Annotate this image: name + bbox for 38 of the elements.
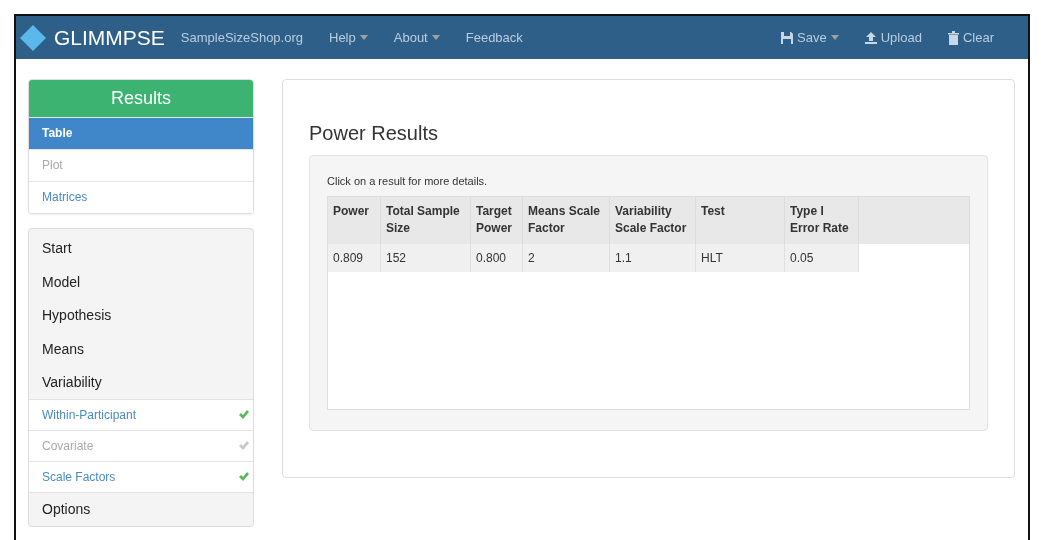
column-header: Means Scale Factor: [523, 197, 610, 244]
trash-icon: [947, 30, 959, 45]
column-header: Type I Error Rate: [785, 197, 859, 244]
column-header: Target Power: [471, 197, 523, 244]
nav-link[interactable]: About: [393, 30, 440, 45]
results-menu-item[interactable]: Matrices: [29, 181, 253, 213]
step-item[interactable]: Model: [29, 265, 253, 299]
diamond-logo-icon: [20, 24, 46, 51]
panel-title: Results: [29, 80, 253, 117]
column-header: Test: [696, 197, 785, 244]
table-cell[interactable]: 2: [523, 243, 610, 272]
hint-text: Click on a result for more details.: [327, 175, 489, 187]
column-header: Variability Scale Factor: [610, 197, 696, 244]
table-cell[interactable]: 0.05: [785, 243, 859, 272]
brand-name[interactable]: GLIMMPSE: [54, 25, 165, 50]
step-item[interactable]: Options: [29, 492, 253, 526]
upload-icon: [864, 31, 877, 44]
page-title: Power Results: [309, 122, 439, 145]
column-header: Total Sample Size: [381, 197, 471, 244]
nav-link[interactable]: Help: [329, 30, 368, 45]
clear-button[interactable]: Clear: [947, 30, 994, 45]
step-item[interactable]: Variability: [29, 366, 253, 400]
results-menu-item[interactable]: Table: [29, 117, 253, 149]
upload-button[interactable]: Upload: [864, 30, 922, 45]
table-cell[interactable]: 152: [381, 243, 471, 272]
table-cell[interactable]: 0.800: [471, 243, 523, 272]
substep-item[interactable]: Within-Participant: [29, 398, 253, 431]
table-cell[interactable]: 1.1: [610, 243, 696, 272]
column-header: Power: [328, 197, 381, 244]
step-item[interactable]: Hypothesis: [29, 299, 253, 333]
nav-link[interactable]: Feedback: [465, 30, 523, 45]
table-cell[interactable]: HLT: [696, 243, 785, 272]
step-item[interactable]: Means: [29, 332, 253, 366]
save-button[interactable]: Save: [781, 30, 839, 45]
substep-item[interactable]: Scale Factors: [29, 460, 253, 493]
nav-link[interactable]: SampleSizeShop.org: [180, 30, 303, 45]
step-item[interactable]: Start: [29, 232, 253, 266]
table-cell[interactable]: 0.809: [328, 243, 381, 272]
